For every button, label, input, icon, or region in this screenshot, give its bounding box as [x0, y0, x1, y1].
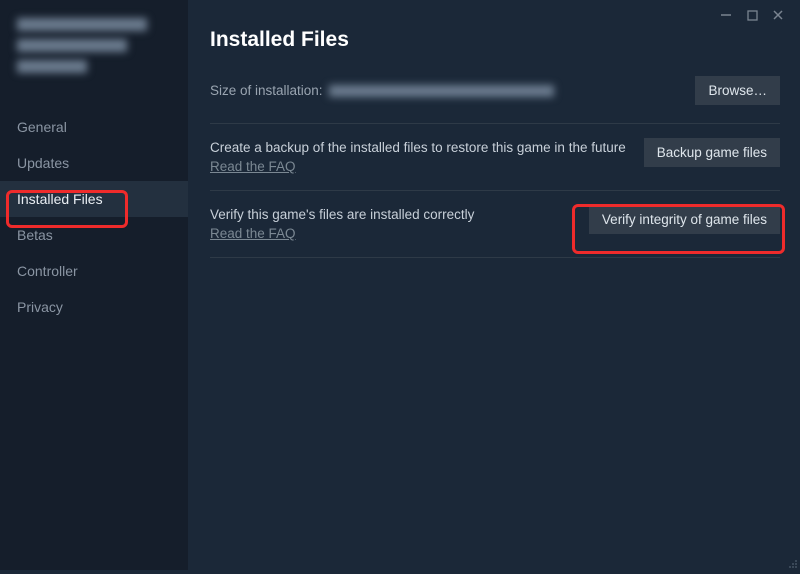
sidebar: General Updates Installed Files Betas Co…: [0, 0, 188, 570]
browse-button[interactable]: Browse…: [695, 76, 780, 105]
game-title: [0, 18, 188, 101]
size-row: Size of installation: Browse…: [210, 76, 780, 105]
sidebar-item-privacy[interactable]: Privacy: [0, 289, 188, 325]
minimize-button[interactable]: [718, 7, 734, 23]
sidebar-item-updates[interactable]: Updates: [0, 145, 188, 181]
verify-desc: Verify this game's files are installed c…: [210, 205, 577, 224]
properties-window: General Updates Installed Files Betas Co…: [0, 0, 800, 570]
sidebar-item-controller[interactable]: Controller: [0, 253, 188, 289]
backup-section: Create a backup of the installed files t…: [210, 123, 780, 190]
size-value-redacted: [329, 85, 554, 97]
sidebar-item-betas[interactable]: Betas: [0, 217, 188, 253]
sidebar-items: General Updates Installed Files Betas Co…: [0, 109, 188, 325]
close-button[interactable]: [770, 7, 786, 23]
backup-faq-link[interactable]: Read the FAQ: [210, 159, 296, 174]
maximize-button[interactable]: [744, 7, 760, 23]
backup-desc: Create a backup of the installed files t…: [210, 138, 632, 157]
page-title: Installed Files: [210, 28, 780, 52]
size-label: Size of installation:: [210, 83, 323, 98]
verify-faq-link[interactable]: Read the FAQ: [210, 226, 296, 241]
window-titlebar: [704, 0, 800, 30]
verify-integrity-button[interactable]: Verify integrity of game files: [589, 205, 780, 234]
backup-game-files-button[interactable]: Backup game files: [644, 138, 780, 167]
resize-grip[interactable]: [786, 556, 798, 568]
main-panel: Installed Files Size of installation: Br…: [188, 0, 800, 570]
sidebar-item-general[interactable]: General: [0, 109, 188, 145]
verify-section: Verify this game's files are installed c…: [210, 190, 780, 258]
sidebar-item-installed-files[interactable]: Installed Files: [0, 181, 188, 217]
